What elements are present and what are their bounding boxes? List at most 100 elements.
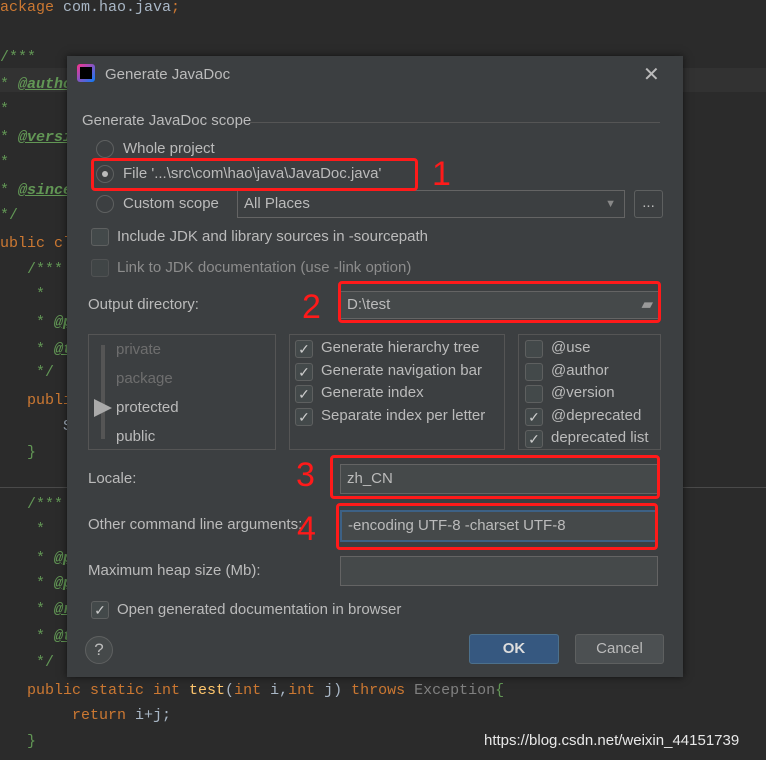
code-token: @versi xyxy=(18,129,73,146)
code-line: ackage com.hao.java; xyxy=(0,0,180,17)
option-label: @use xyxy=(551,339,591,356)
code-token: } xyxy=(0,733,37,750)
radio-whole-project[interactable] xyxy=(96,140,114,158)
annotation-box-2 xyxy=(338,281,661,323)
code-token: * xyxy=(0,182,19,199)
whole-project-label: Whole project xyxy=(123,140,215,157)
help-button[interactable]: ? xyxy=(85,636,113,664)
code-token: @since xyxy=(18,182,73,199)
code-token: Exception xyxy=(414,682,496,699)
include-jdk-label: Include JDK and library sources in -sour… xyxy=(117,228,428,245)
code-token: ackage xyxy=(0,0,55,16)
code-token: * xyxy=(0,341,55,358)
code-token: ublic cl xyxy=(0,235,73,252)
option-checkbox[interactable]: ✓ xyxy=(295,340,313,358)
option-checkbox[interactable]: ✓ xyxy=(295,362,313,381)
code-token: S xyxy=(0,418,73,435)
code-token: * xyxy=(0,129,19,146)
code-line: */ xyxy=(0,364,54,382)
option-checkbox[interactable]: ✓ xyxy=(295,407,313,426)
tag-options-panel: @use @author @version ✓ @deprecated ✓ deprecat… xyxy=(518,334,661,450)
code-line: * xyxy=(0,521,45,539)
visibility-slider-track[interactable] xyxy=(101,345,105,439)
code-token: * xyxy=(0,521,46,538)
browse-scope-button[interactable]: ... xyxy=(634,190,663,218)
visibility-level-private[interactable]: private xyxy=(116,341,161,358)
visibility-level-public[interactable]: public xyxy=(116,428,155,445)
code-token: ( xyxy=(225,682,235,699)
code-token: * xyxy=(0,628,55,645)
code-token: @autho xyxy=(18,76,73,93)
code-token: * xyxy=(0,76,19,93)
open-browser-label: Open generated documentation in browser xyxy=(117,601,402,618)
intellij-logo-icon xyxy=(77,64,95,82)
code-line: publi xyxy=(0,392,72,410)
annotation-number-2: 2 xyxy=(302,288,321,326)
heap-field[interactable] xyxy=(340,556,658,586)
ok-button[interactable]: OK xyxy=(469,634,559,664)
visibility-level-package[interactable]: package xyxy=(116,370,173,387)
link-jdk-label: Link to JDK documentation (use -link opt… xyxy=(117,259,412,276)
visibility-slider-thumb[interactable] xyxy=(94,399,112,417)
visibility-level-protected[interactable]: protected xyxy=(116,399,179,416)
option-checkbox[interactable] xyxy=(525,362,543,381)
custom-scope-label: Custom scope xyxy=(123,195,219,212)
custom-scope-select[interactable]: All Places ▼ xyxy=(237,190,625,218)
code-token: } xyxy=(0,444,37,461)
close-icon[interactable]: ✕ xyxy=(643,62,660,87)
code-token: test xyxy=(189,682,226,699)
code-token: * xyxy=(0,550,55,567)
code-line: * @p xyxy=(0,550,72,568)
code-token: ; xyxy=(171,0,181,16)
annotation-box-4 xyxy=(336,503,658,550)
code-token: { xyxy=(495,682,505,699)
code-line: /*** xyxy=(0,496,63,514)
link-jdk-checkbox[interactable] xyxy=(91,259,109,277)
option-checkbox[interactable]: ✓ xyxy=(525,407,543,426)
option-label: Separate index per letter xyxy=(321,406,486,424)
cancel-button[interactable]: Cancel xyxy=(575,634,664,664)
code-line: public static int test(int i,int j) thro… xyxy=(0,682,504,700)
custom-scope-value: All Places xyxy=(244,195,310,212)
open-browser-checkbox[interactable]: ✓ xyxy=(91,601,109,619)
generate-javadoc-dialog: Generate JavaDoc ✕ Generate JavaDoc scop… xyxy=(67,56,683,677)
code-line: * xyxy=(0,154,9,172)
option-checkbox[interactable] xyxy=(525,385,543,403)
code-token: * xyxy=(0,286,46,303)
code-line: S xyxy=(0,418,72,436)
code-token: * xyxy=(0,601,55,618)
code-line: /*** xyxy=(0,261,63,279)
code-line: * xyxy=(0,101,9,119)
code-token: j) xyxy=(324,682,352,699)
code-token: /*** xyxy=(0,496,64,513)
code-token: public static int xyxy=(0,682,190,699)
option-checkbox[interactable]: ✓ xyxy=(295,385,313,403)
code-line: return i+j; xyxy=(0,707,171,725)
option-checkbox[interactable] xyxy=(525,340,543,358)
locale-label: Locale: xyxy=(88,470,137,487)
radio-custom-scope[interactable] xyxy=(96,195,114,213)
visibility-panel: private package protected public xyxy=(88,334,276,450)
code-token: i+j; xyxy=(135,707,172,724)
code-token: publi xyxy=(0,392,73,409)
generate-options-panel: ✓ Generate hierarchy tree ✓ Generate naviga… xyxy=(289,334,505,450)
code-line: * @p xyxy=(0,314,72,332)
include-jdk-checkbox[interactable] xyxy=(91,228,109,246)
code-line: * xyxy=(0,286,45,304)
annotation-box-1 xyxy=(91,158,418,191)
code-line: ublic cl xyxy=(0,235,72,253)
code-line: } xyxy=(0,444,36,462)
code-line: * @since xyxy=(0,182,72,200)
option-label: Generate index xyxy=(321,384,424,401)
option-label: Generate navigation bar xyxy=(321,361,482,379)
code-token: /*** xyxy=(0,261,64,278)
code-line: * @versi xyxy=(0,129,72,147)
annotation-number-1: 1 xyxy=(432,155,451,193)
code-line: * @t xyxy=(0,341,72,359)
code-token: com.hao.java xyxy=(54,0,172,16)
code-token: * xyxy=(0,575,55,592)
option-label: deprecated list xyxy=(551,429,649,446)
annotation-box-3 xyxy=(330,455,660,499)
code-line: * @autho xyxy=(0,76,72,94)
option-checkbox[interactable]: ✓ xyxy=(525,430,543,448)
